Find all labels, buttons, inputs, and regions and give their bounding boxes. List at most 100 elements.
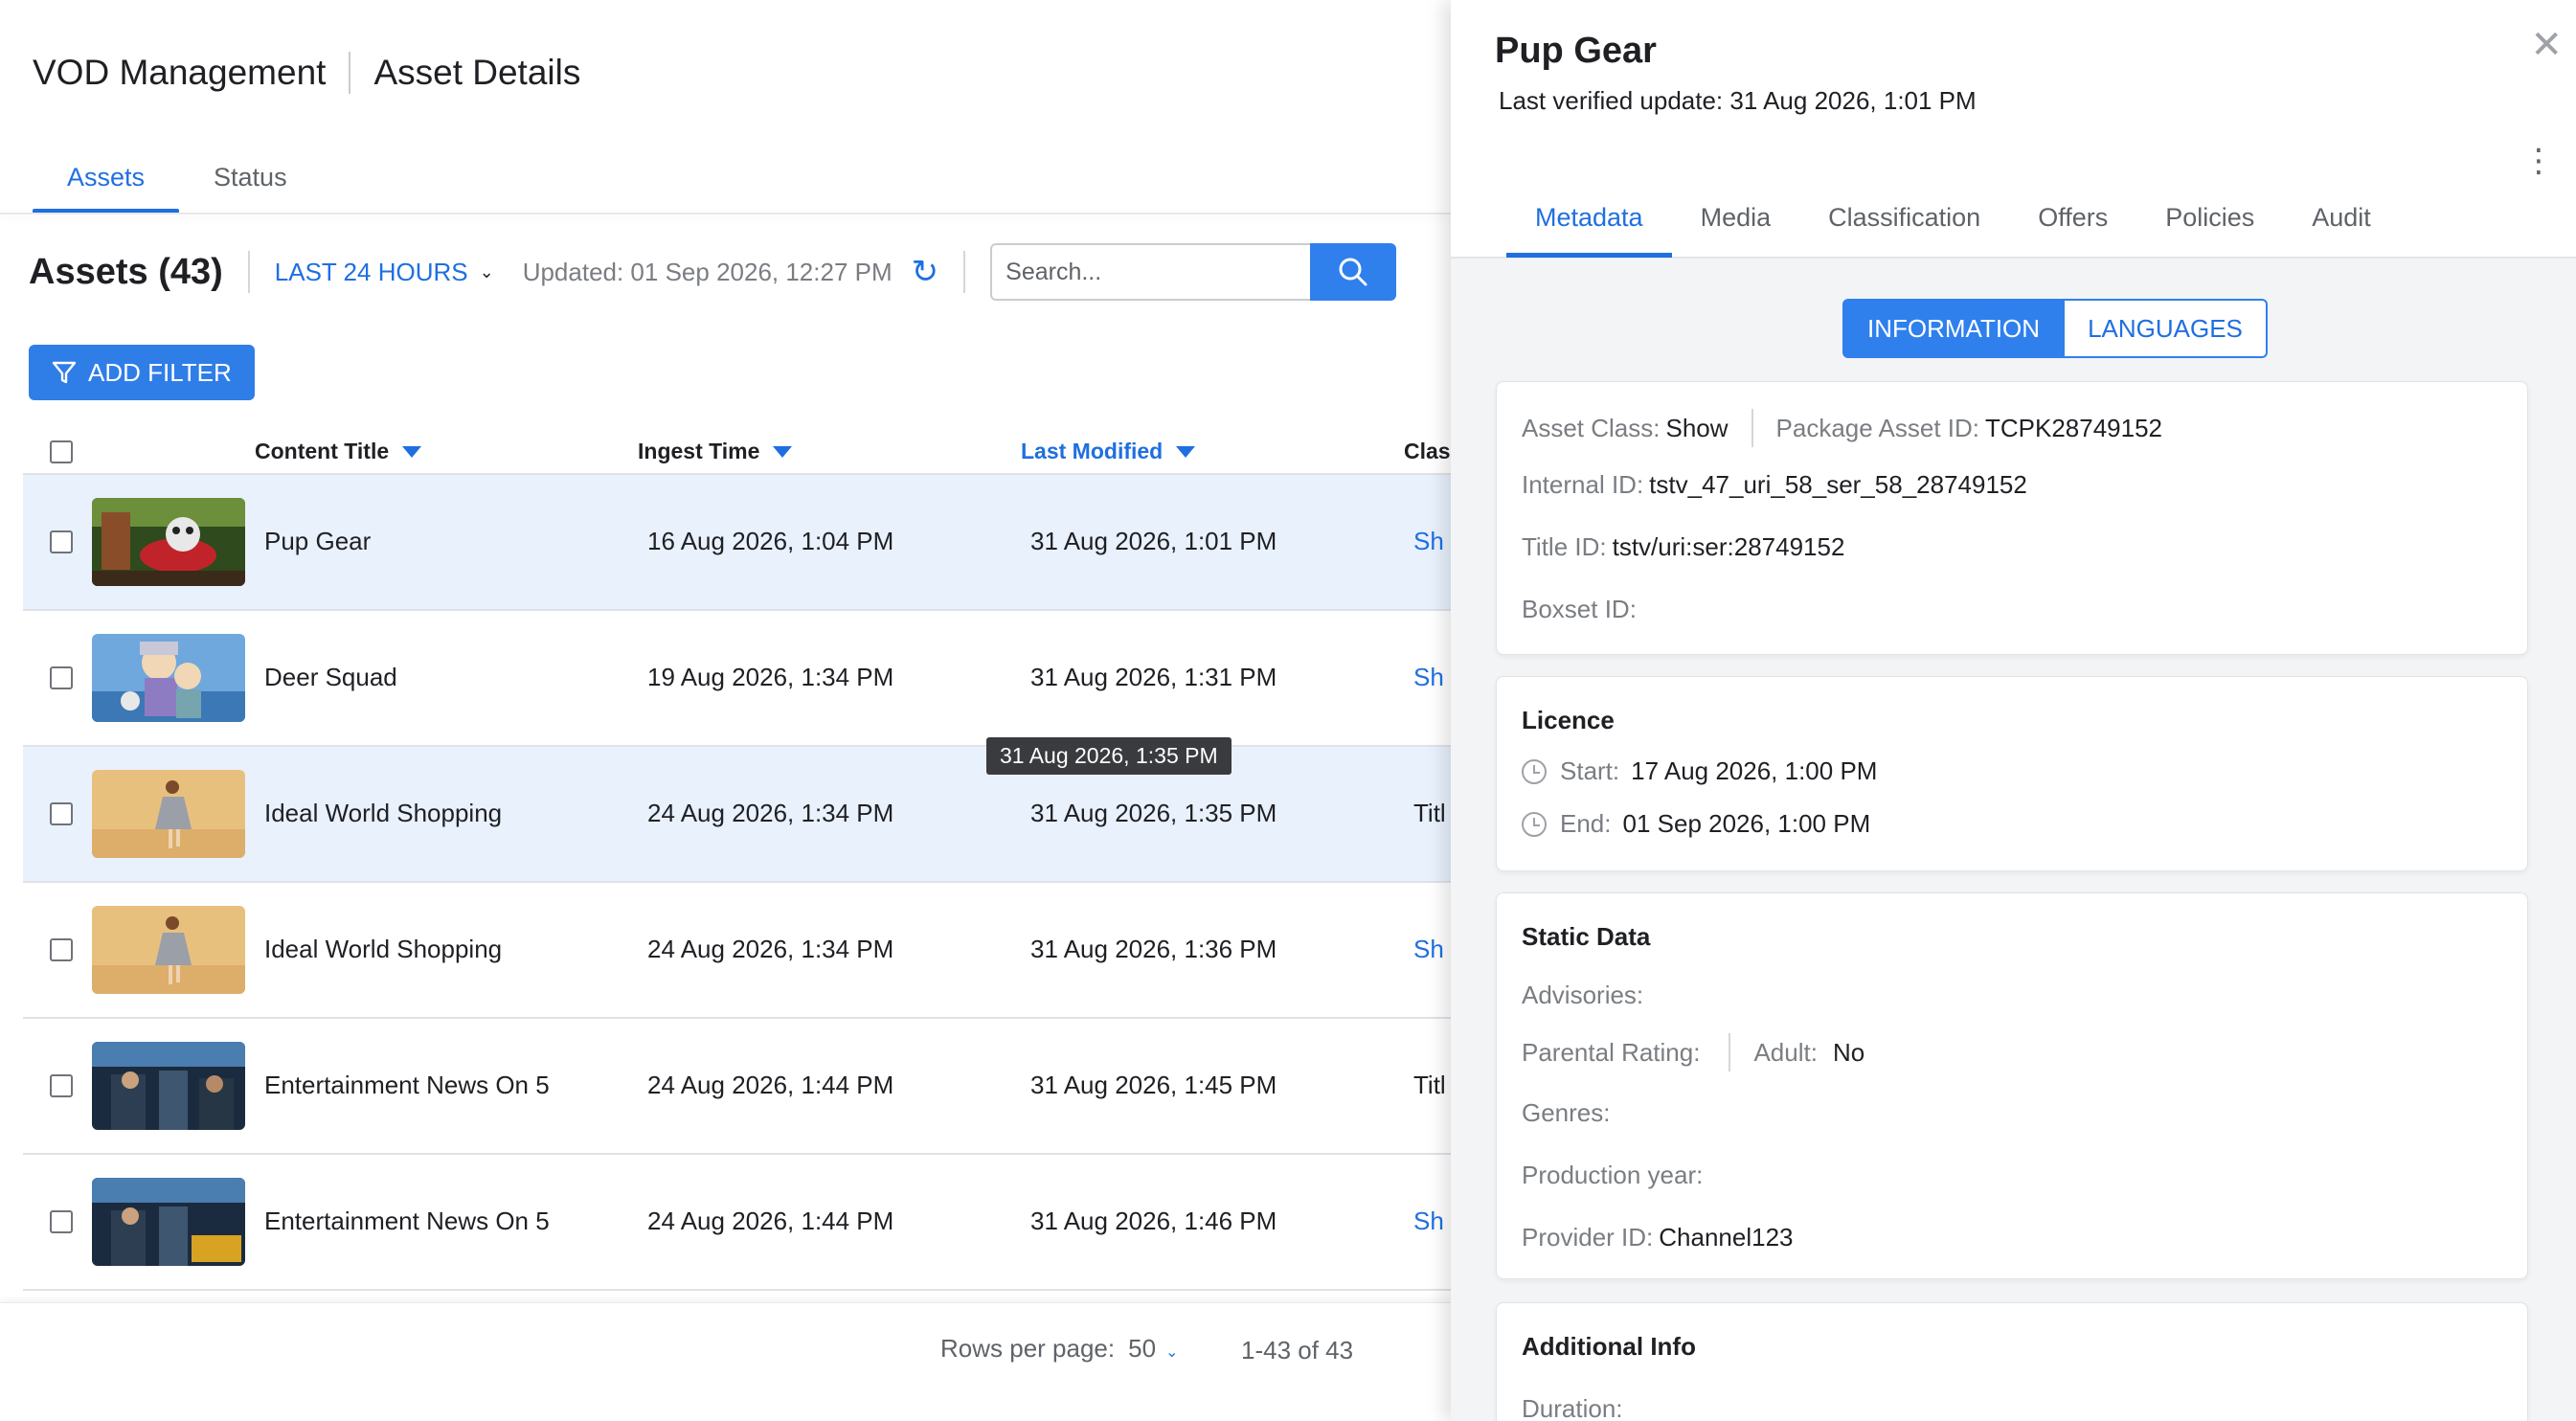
- row-checkbox[interactable]: [50, 530, 73, 553]
- tab-assets[interactable]: Assets: [33, 153, 180, 214]
- last-modified-tooltip: 31 Aug 2026, 1:35 PM: [986, 737, 1232, 775]
- tab-audit[interactable]: Audit: [2283, 203, 2400, 254]
- information-button[interactable]: INFORMATION: [1842, 299, 2066, 358]
- tab-media[interactable]: Media: [1672, 203, 1800, 254]
- provider-id-label: Provider ID:: [1522, 1223, 1654, 1252]
- additional-info-title: Additional Info: [1522, 1332, 1696, 1361]
- row-checkbox[interactable]: [50, 938, 73, 961]
- column-label: Last Modified: [1021, 439, 1164, 463]
- column-content-title[interactable]: Content Title: [255, 439, 422, 464]
- row-class[interactable]: Sh: [1413, 1207, 1444, 1236]
- field-divider: [1751, 409, 1753, 447]
- row-last-modified: 31 Aug 2026, 1:01 PM: [1030, 527, 1277, 555]
- chevron-down-icon: ⌄: [479, 261, 494, 282]
- table-row[interactable]: Entertainment News On 5 24 Aug 2026, 1:4…: [23, 1153, 1451, 1289]
- package-asset-id-value: TCPK28749152: [1985, 413, 2163, 442]
- search-button[interactable]: [1310, 243, 1397, 301]
- filter-icon: [52, 361, 77, 384]
- languages-button[interactable]: LANGUAGES: [2065, 299, 2268, 358]
- thumbnail-image: [92, 906, 245, 994]
- toolbar-divider: [963, 251, 966, 293]
- row-class[interactable]: Titl: [1413, 799, 1446, 828]
- row-title: Ideal World Shopping: [264, 935, 503, 963]
- thumbnail-image: [92, 498, 245, 586]
- row-class[interactable]: Sh: [1413, 663, 1444, 692]
- chevron-down-icon: ⌄: [1165, 1344, 1179, 1361]
- parental-rating-label: Parental Rating:: [1522, 1037, 1701, 1067]
- page-header: VOD Management Asset Details: [33, 52, 580, 94]
- row-last-modified: 31 Aug 2026, 1:36 PM: [1030, 935, 1277, 963]
- table-row[interactable]: Ideal World Shopping 24 Aug 2026, 1:34 P…: [23, 745, 1451, 881]
- refresh-icon[interactable]: ↻: [912, 253, 939, 291]
- add-filter-button[interactable]: ADD FILTER: [29, 345, 255, 400]
- row-checkbox[interactable]: [50, 666, 73, 689]
- rows-per-page-select[interactable]: 50 ⌄: [1128, 1334, 1178, 1364]
- adult-label: Adult:: [1753, 1037, 1818, 1067]
- row-class[interactable]: Titl: [1413, 1071, 1446, 1100]
- package-asset-id-label: Package Asset ID:: [1775, 413, 1979, 442]
- updated-timestamp: Updated: 01 Sep 2026, 12:27 PM: [522, 257, 893, 286]
- column-class[interactable]: Class: [1404, 439, 1451, 464]
- more-vert-icon[interactable]: ⋮: [2522, 142, 2555, 180]
- thumbnail-image: [92, 634, 245, 722]
- sort-down-icon: [1176, 445, 1196, 458]
- tab-status[interactable]: Status: [179, 153, 322, 212]
- row-checkbox[interactable]: [50, 1210, 73, 1233]
- row-checkbox[interactable]: [50, 1074, 73, 1097]
- nav-tabs: Assets Status: [33, 153, 322, 214]
- asset-details-drawer: Pup Gear Last verified update: 31 Aug 20…: [1451, 0, 2576, 1421]
- row-ingest-time: 24 Aug 2026, 1:44 PM: [647, 1207, 894, 1235]
- row-class[interactable]: Sh: [1413, 935, 1444, 964]
- sort-down-icon: [773, 445, 793, 458]
- row-title: Deer Squad: [264, 663, 397, 691]
- time-range-dropdown[interactable]: LAST 24 HOURS ⌄: [275, 258, 494, 287]
- close-icon[interactable]: ✕: [2530, 23, 2563, 67]
- add-filter-label: ADD FILTER: [88, 357, 232, 387]
- row-ingest-time: 16 Aug 2026, 1:04 PM: [647, 527, 894, 555]
- row-last-modified: 31 Aug 2026, 1:31 PM: [1030, 663, 1277, 691]
- table-row[interactable]: Pup Gear 16 Aug 2026, 1:04 PM 31 Aug 202…: [23, 473, 1451, 609]
- pagination-info: 1-43 of 43: [1241, 1336, 1354, 1365]
- thumbnail-image: [92, 770, 245, 858]
- table-row[interactable]: Ideal World Shopping 24 Aug 2026, 1:34 P…: [23, 881, 1451, 1017]
- internal-id-value: tstv_47_uri_58_ser_58_28749152: [1649, 470, 2027, 499]
- table-footer: Rows per page: 50 ⌄ 1-43 of 43: [0, 1302, 1451, 1421]
- tab-classification[interactable]: Classification: [1799, 203, 2009, 254]
- search-icon: [1339, 258, 1367, 286]
- row-checkbox[interactable]: [50, 802, 73, 825]
- licence-card: Licence Start: 17 Aug 2026, 1:00 PM End:…: [1496, 676, 2528, 871]
- tab-offers[interactable]: Offers: [2009, 203, 2136, 254]
- licence-title: Licence: [1522, 706, 1615, 734]
- table-row[interactable]: Deer Squad 19 Aug 2026, 1:34 PM 31 Aug 2…: [23, 609, 1451, 745]
- rows-per-page-label: Rows per page:: [940, 1334, 1116, 1363]
- information-card: Asset Class: Show Package Asset ID: TCPK…: [1496, 381, 2528, 655]
- row-title: Entertainment News On 5: [264, 1071, 550, 1099]
- column-last-modified[interactable]: Last Modified: [1021, 439, 1196, 464]
- production-year-label: Production year:: [1522, 1161, 1704, 1189]
- row-title: Pup Gear: [264, 527, 372, 555]
- genres-label: Genres:: [1522, 1098, 1611, 1127]
- select-all-checkbox[interactable]: [50, 440, 73, 463]
- table-header: Content Title Ingest Time Last Modified …: [23, 433, 1451, 473]
- clock-icon: [1522, 758, 1547, 784]
- row-last-modified: 31 Aug 2026, 1:46 PM: [1030, 1207, 1277, 1235]
- table-row[interactable]: Entertainment News On 5 24 Aug 2026, 1:4…: [23, 1017, 1451, 1153]
- licence-start-label: Start:: [1560, 756, 1620, 785]
- column-label: Class: [1404, 439, 1451, 463]
- row-class[interactable]: Sh: [1413, 527, 1444, 556]
- tab-policies[interactable]: Policies: [2136, 203, 2283, 254]
- internal-id-label: Internal ID:: [1522, 470, 1644, 499]
- search-box: [990, 243, 1397, 301]
- drawer-tabs: Metadata Media Classification Offers Pol…: [1506, 203, 2400, 258]
- column-ingest-time[interactable]: Ingest Time: [638, 439, 793, 464]
- assets-table-body: Pup Gear 16 Aug 2026, 1:04 PM 31 Aug 202…: [23, 473, 1451, 1291]
- search-input[interactable]: [990, 243, 1311, 301]
- row-ingest-time: 24 Aug 2026, 1:44 PM: [647, 1071, 894, 1099]
- assets-count-title: Assets (43): [29, 251, 223, 292]
- title-id-label: Title ID:: [1522, 532, 1607, 561]
- sort-down-icon: [402, 445, 422, 458]
- row-title: Ideal World Shopping: [264, 799, 503, 827]
- tab-metadata[interactable]: Metadata: [1506, 203, 1672, 258]
- thumbnail-image: [92, 1178, 245, 1266]
- rows-per-page-value: 50: [1128, 1334, 1157, 1363]
